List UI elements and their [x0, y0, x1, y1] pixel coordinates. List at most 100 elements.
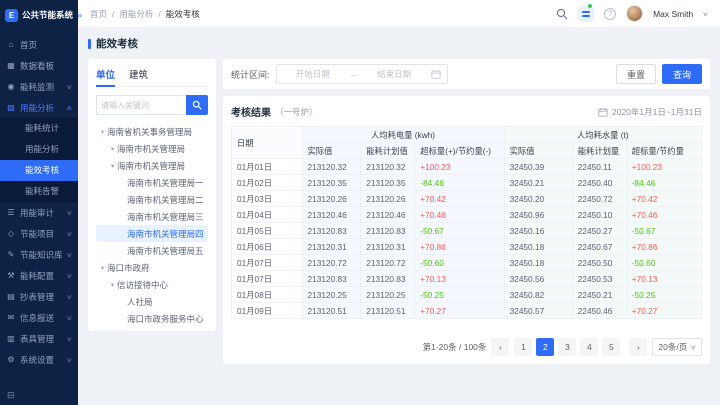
table-cell: +70.27	[415, 303, 504, 319]
table-cell: 213120.26	[302, 191, 361, 207]
sidebar-expand-icon[interactable]: »	[77, 10, 82, 20]
prev-page-button[interactable]: ‹	[491, 338, 509, 356]
message-icon[interactable]	[578, 6, 594, 22]
sidebar-menu-item[interactable]: ⌂ 首页	[0, 34, 78, 55]
tree-item[interactable]: 海南市机关管理局五	[96, 242, 208, 259]
monitor-icon: ◉	[6, 82, 16, 91]
tree-item[interactable]: 海南市机关管理局一	[96, 174, 208, 191]
sidebar-submenu-item[interactable]: 用能分析	[0, 139, 78, 160]
tree-item[interactable]: ▾ 信访接待中心	[96, 276, 208, 293]
table-cell: 213120.31	[361, 239, 415, 255]
tree-item[interactable]: 人社局	[96, 293, 208, 310]
table-cell: 213120.51	[361, 303, 415, 319]
search-icon[interactable]	[556, 8, 568, 20]
search-button[interactable]	[186, 95, 208, 115]
tree-caret-icon: ▾	[108, 145, 117, 153]
chevron-icon: ∨	[66, 251, 73, 259]
range-separator: →	[349, 69, 358, 79]
tree-item[interactable]: 海口市政务服务中心	[96, 310, 208, 327]
page-button-4[interactable]: 4	[580, 338, 598, 356]
tree-item[interactable]: ▾ 海南市机关管理局	[96, 140, 208, 157]
table-cell: 32450.20	[504, 191, 572, 207]
sidebar-menu-item[interactable]: ✎ 节能知识库 ∨	[0, 244, 78, 265]
report-icon: ✉	[6, 313, 16, 322]
pagination: 第1-20条 / 100条 ‹ 12345 › 20条/页 ∨	[231, 332, 702, 356]
knowledge-icon: ✎	[6, 250, 16, 259]
tab-unit[interactable]: 单位	[96, 67, 115, 86]
user-name[interactable]: Max Smith	[653, 9, 693, 19]
tree-item[interactable]: 海南市机关管理局三	[96, 208, 208, 225]
table-cell: +70.46	[626, 207, 701, 223]
tree-item[interactable]: ▾ 海南市机关管理局	[96, 157, 208, 174]
sidebar-menu-item[interactable]: ▥ 表具管理 ∨	[0, 328, 78, 349]
sidebar-collapse-icon[interactable]: ⊟	[7, 390, 15, 401]
tree-item[interactable]: 海南市机关管理局四	[96, 225, 208, 242]
tab-building[interactable]: 建筑	[129, 67, 148, 86]
table-cell: +70.27	[626, 303, 701, 319]
sidebar-menu-item[interactable]: ▤ 抄表管理 ∨	[0, 286, 78, 307]
table-cell: -50.25	[626, 287, 701, 303]
tree-item[interactable]: ▾ 海口市政府	[96, 259, 208, 276]
sidebar-menu-item[interactable]: ⚒ 能耗配置 ∨	[0, 265, 78, 286]
col-header-w-diff: 超标量/节约量	[626, 143, 701, 159]
col-header-w-plan: 能耗计划量	[572, 143, 626, 159]
table-cell: 32450.18	[504, 255, 572, 271]
page-button-5[interactable]: 5	[602, 338, 620, 356]
chevron-down-icon[interactable]: ∨	[702, 10, 709, 18]
sidebar-menu-item[interactable]: ☰ 用能审计 ∨	[0, 202, 78, 223]
tree-caret-icon: ▾	[98, 128, 107, 136]
page-button-3[interactable]: 3	[558, 338, 576, 356]
sidebar-menu-item[interactable]: ▦ 数据看板	[0, 55, 78, 76]
page-size-select[interactable]: 20条/页 ∨	[652, 338, 702, 356]
chevron-icon: ∨	[66, 335, 73, 343]
results-panel: 考核结果 （一号炉） 2020年1月1日~1月31日	[223, 96, 710, 364]
reset-button[interactable]: 重置	[616, 64, 656, 84]
table-cell: 213120.46	[361, 207, 415, 223]
filter-label: 统计区间:	[231, 68, 270, 81]
sidebar-submenu-item[interactable]: 能耗统计	[0, 118, 78, 139]
table-cell: 213120.25	[302, 287, 361, 303]
table-cell: 01月04日	[232, 207, 303, 223]
avatar[interactable]	[626, 5, 643, 22]
table-cell: 22450.21	[572, 287, 626, 303]
date-range-picker[interactable]: 开始日期 → 结束日期	[276, 64, 448, 84]
table-row: 01月02日213120.35213120.35-84.4632450.2122…	[232, 175, 702, 191]
tree-item[interactable]: 海南市机关管理局二	[96, 191, 208, 208]
table-cell: 213120.83	[302, 223, 361, 239]
tree-item[interactable]: ▾ 海南省机关事务管理局	[96, 123, 208, 140]
col-header-e-actual: 实际值	[302, 143, 361, 159]
query-button[interactable]: 查询	[662, 64, 702, 84]
breadcrumb-home[interactable]: 首页	[90, 8, 107, 20]
page-button-2[interactable]: 2	[536, 338, 554, 356]
table-cell: 22450.53	[572, 271, 626, 287]
page-button-1[interactable]: 1	[514, 338, 532, 356]
table-cell: 213120.32	[302, 159, 361, 175]
project-icon: ◇	[6, 229, 16, 238]
search-input[interactable]	[96, 95, 186, 115]
chevron-icon: ∨	[66, 272, 73, 280]
sidebar-menu-item[interactable]: ◉ 能耗监测 ∨	[0, 76, 78, 97]
breadcrumb-section[interactable]: 用能分析	[119, 8, 153, 20]
sidebar-menu-item[interactable]: ✉ 信息报送 ∨	[0, 307, 78, 328]
device-icon: ▥	[6, 334, 16, 343]
sidebar-submenu-item[interactable]: 能耗告警	[0, 181, 78, 202]
col-header-w-actual: 实际值	[504, 143, 572, 159]
sidebar-menu-item[interactable]: ▧ 用能分析 ∧	[0, 97, 78, 118]
table-row: 01月05日213120.83213120.83-50.6732450.1622…	[232, 223, 702, 239]
tree-caret-icon: ▾	[108, 162, 117, 170]
sidebar-menu-item[interactable]: ◇ 节能项目 ∨	[0, 223, 78, 244]
table-cell: -50.60	[626, 255, 701, 271]
help-icon[interactable]: ?	[604, 8, 616, 20]
breadcrumb-separator: /	[112, 9, 114, 19]
sidebar-menu-item[interactable]: ⚙ 系统设置 ∨	[0, 349, 78, 370]
sidebar-menu: ⌂ 首页 ▦ 数据看板 ◉ 能耗监测 ∨ ▧ 用能分析 ∧ 能耗统计用能分析能效…	[0, 34, 78, 370]
next-page-button[interactable]: ›	[629, 338, 647, 356]
end-date-placeholder: 结束日期	[364, 68, 425, 80]
table-row: 01月09日213120.51213120.51+70.2732450.5722…	[232, 303, 702, 319]
table-cell: 213120.32	[361, 159, 415, 175]
org-tree: ▾ 海南省机关事务管理局 ▾ 海南市机关管理局 ▾ 海南市机关管理局 海南市机关…	[96, 123, 208, 327]
sidebar-submenu-item[interactable]: 能效考核	[0, 160, 78, 181]
message-lines	[582, 11, 590, 13]
table-cell: 01月05日	[232, 223, 303, 239]
table-cell: 32450.57	[504, 303, 572, 319]
